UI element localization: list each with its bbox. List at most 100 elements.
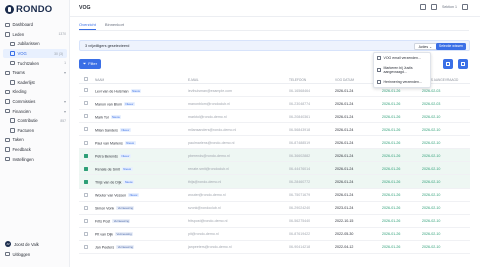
email-cell: manonblom@rondoclub.nl: [188, 101, 231, 106]
export-button[interactable]: [443, 59, 453, 69]
table-row[interactable]: Manon van Blom Nieuw manonblom@rondoclub.n…: [79, 97, 470, 111]
account-icon[interactable]: [462, 4, 468, 10]
row-checkbox[interactable]: [84, 205, 88, 210]
vog-date-cell: 2026-01-24: [335, 101, 354, 106]
sidebar-item-label: Instellingen: [12, 156, 34, 162]
select-all-checkbox[interactable]: [84, 77, 88, 82]
tabs: Overzicht Binnenkort: [79, 22, 124, 30]
sidebar-item-count: 1: [64, 61, 66, 66]
chevron-down-icon[interactable]: ▾: [64, 70, 66, 75]
table-row[interactable]: Wouter van Vessen Nieuw wouter@rondo-demo.…: [79, 189, 470, 202]
row-checkbox[interactable]: [84, 192, 88, 197]
sidebar-item-vog[interactable]: VOG 30 (3): [3, 48, 67, 59]
member-name-cell[interactable]: Wouter van Vessen Nieuw: [95, 193, 139, 197]
menu-item-send-reminder[interactable]: Herinnering verzenden...: [374, 77, 430, 87]
notifications-icon[interactable]: [431, 4, 438, 10]
sidebar-item-commissies[interactable]: Commissies ▾: [0, 97, 70, 107]
table-row[interactable]: Renate de Smit Nieuw renate.smit@rondoclub…: [79, 162, 470, 176]
table-row[interactable]: Simon Vonk Vernieuwing svonk@rondoclub.nl 0…: [79, 202, 470, 215]
filter-label: Filter: [88, 61, 98, 66]
menu-item-label: Herinnering verzenden...: [383, 79, 422, 84]
row-checkbox[interactable]: [84, 231, 88, 236]
table-row[interactable]: Frits Post Vernieuwing fritspost@rondo-dem…: [79, 215, 470, 228]
member-name-cell[interactable]: Renate de Smit Nieuw: [95, 166, 133, 171]
sidebar-item-taken[interactable]: Taken: [0, 135, 70, 145]
users-icon: [5, 32, 10, 37]
table-row[interactable]: Thijs van de Dijk Nieuw thijs@rondo-demo.n…: [79, 175, 470, 189]
sidebar-item-dashboard[interactable]: Dashboard: [0, 20, 70, 30]
member-name-cell[interactable]: Pit van Dijk Vernieuwing: [95, 232, 134, 237]
row-checkbox[interactable]: [84, 245, 88, 250]
member-name-cell[interactable]: Thijs van de Dijk Nieuw: [95, 179, 135, 184]
chevron-down-icon[interactable]: ▾: [64, 109, 66, 114]
member-name-cell[interactable]: Levi van de Hulsman Nieuw: [95, 88, 142, 93]
row-checkbox[interactable]: [84, 166, 88, 171]
justis-cell: 2026-02-10: [422, 179, 441, 184]
member-name-cell[interactable]: Mark Tol Nieuw: [95, 114, 122, 119]
row-checkbox[interactable]: [84, 140, 88, 145]
tab-binnenkort[interactable]: Binnenkort: [105, 22, 124, 30]
member-name: Paul van Marlens: [95, 141, 123, 146]
vog-table: NAAM E-MAIL TELEFOON VOG DATUM MAIL VERZ…: [79, 75, 470, 254]
tab-overzicht[interactable]: Overzicht: [79, 22, 96, 30]
vog-date-cell: 2026-01-24: [335, 179, 354, 184]
table-row[interactable]: Mark Tol Nieuw marktol@rondo-demo.nl 06-208…: [79, 110, 470, 124]
sidebar-item-feedback[interactable]: Feedback: [0, 145, 70, 155]
row-checkbox[interactable]: [84, 179, 88, 184]
table-row[interactable]: Jan Peeters Vernieuwing janpeeters@rondo-d…: [79, 241, 470, 254]
column-header-email[interactable]: E-MAIL: [188, 78, 199, 82]
sidebar-item-jubilarissen[interactable]: Jubilarissen: [0, 39, 70, 49]
row-checkbox[interactable]: [84, 88, 88, 93]
table-row[interactable]: Milan Sanders Nieuw milansanders@rondo-dem…: [79, 123, 470, 137]
row-checkbox[interactable]: [84, 127, 88, 132]
member-name: Manon van Blom: [95, 101, 122, 106]
member-name-cell[interactable]: Jan Peeters Vernieuwing: [95, 245, 135, 250]
sidebar-item-financi-n[interactable]: Financiën ▾: [0, 106, 70, 116]
table-row[interactable]: Paul van Marlens Nieuw paulmarlens@rondo-d…: [79, 136, 470, 150]
email-cell: svonk@rondoclub.nl: [188, 206, 221, 211]
columns-button[interactable]: [458, 59, 468, 69]
row-checkbox[interactable]: [84, 114, 88, 119]
sidebar-item-contributie[interactable]: Contributie 857: [0, 116, 70, 126]
logo[interactable]: RONDO: [5, 3, 52, 15]
member-name-cell[interactable]: Simon Vonk Vernieuwing: [95, 206, 135, 210]
table-row[interactable]: Pit van Dijk Vernieuwing pit@rondo-demo.nl…: [79, 228, 470, 241]
sidebar-item-kaderlijst[interactable]: Kaderlijst: [0, 78, 70, 88]
member-name-cell[interactable]: Manon van Blom Nieuw: [95, 101, 135, 106]
sidebar-item-facturen[interactable]: Facturen: [0, 126, 70, 136]
chevron-down-icon[interactable]: ▾: [64, 99, 66, 104]
mail-sent-cell: 2026-01-26: [382, 127, 401, 132]
vog-date-cell: 2026-01-24: [335, 140, 354, 145]
sidebar-item-leden[interactable]: Leden 1370: [0, 30, 70, 40]
user-profile[interactable]: JV Joost de Valk: [0, 239, 70, 249]
column-header-name[interactable]: NAAM: [95, 78, 104, 82]
logout-button[interactable]: Uitloggen: [0, 249, 70, 259]
member-name: Wouter van Vessen: [95, 193, 127, 198]
sidebar-item-tuchtzaken[interactable]: Tuchtzaken 1: [0, 58, 70, 68]
column-header-vog-date[interactable]: VOG DATUM: [335, 78, 354, 82]
menu-item-send-vog-email[interactable]: VOG email verzenden...: [374, 53, 430, 63]
menu-item-mark-justis[interactable]: Markeren bij Justis aangevraagd...: [374, 63, 430, 77]
sidebar-item-kleding[interactable]: Kleding: [0, 87, 70, 97]
feedback-icon[interactable]: [420, 4, 427, 10]
phone-cell: 06-87619422: [289, 232, 311, 237]
row-checkbox[interactable]: [84, 101, 88, 106]
sidebar-item-teams[interactable]: Teams ▾: [0, 68, 70, 78]
clear-selection-button[interactable]: Selectie wissen: [435, 43, 466, 50]
member-name-cell[interactable]: Milan Sanders Nieuw: [95, 127, 131, 132]
sidebar-item-label: Leden: [12, 31, 25, 37]
phone-cell: 06-44476014: [289, 166, 311, 171]
filter-button[interactable]: ⏷ Filter: [79, 59, 102, 69]
row-checkbox[interactable]: [84, 218, 88, 223]
actions-dropdown-button[interactable]: Acties ⌄: [413, 43, 437, 50]
gavel-icon: [10, 60, 15, 66]
org-switcher[interactable]: Sektion 1: [442, 5, 457, 9]
sidebar-item-instellingen[interactable]: Instellingen: [0, 154, 70, 164]
table-row[interactable]: Petra Berends Nieuw pberends@rondo-demo.nl…: [79, 149, 470, 163]
member-name-cell[interactable]: Petra Berends Nieuw: [95, 153, 131, 158]
column-header-phone[interactable]: TELEFOON: [289, 78, 306, 82]
phone-cell: 06-56275440: [289, 219, 311, 224]
row-checkbox[interactable]: [84, 153, 88, 158]
member-name-cell[interactable]: Frits Post Vernieuwing: [95, 219, 131, 224]
member-name-cell[interactable]: Paul van Marlens Nieuw: [95, 140, 136, 146]
